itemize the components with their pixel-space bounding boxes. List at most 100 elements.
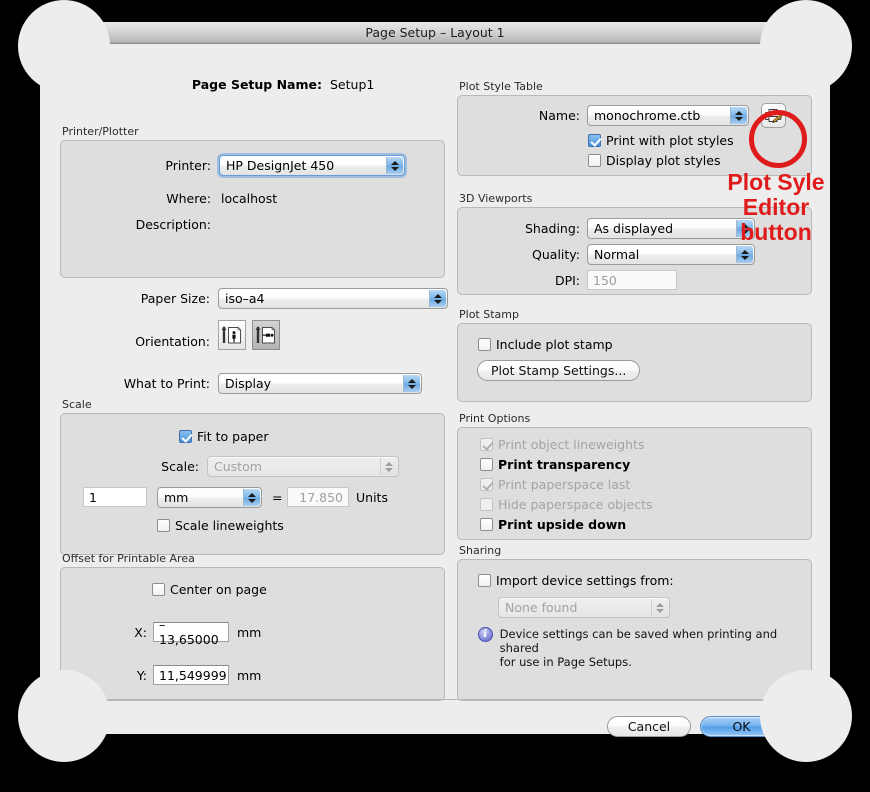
what-to-print-value: Display	[225, 376, 272, 391]
footer-divider	[54, 699, 816, 700]
what-to-print-select[interactable]: Display	[218, 373, 422, 394]
print-with-plot-styles-checkbox[interactable]: Print with plot styles	[588, 133, 734, 148]
where-value: localhost	[221, 191, 278, 206]
orientation-landscape-button[interactable]	[252, 320, 280, 350]
checkbox-icon	[480, 438, 493, 451]
hide-paperspace-objects-checkbox[interactable]: Hide paperspace objects	[480, 497, 811, 512]
paper-size-value: iso–a4	[225, 291, 265, 306]
checkbox-icon	[480, 518, 493, 531]
chevron-updown-icon	[730, 107, 747, 124]
plot-style-table-group-title: Plot Style Table	[459, 80, 543, 93]
checkbox-icon	[588, 134, 601, 147]
print-options-group-title: Print Options	[459, 412, 531, 425]
sharing-note-line1: Device settings can be saved when printi…	[499, 627, 778, 655]
checkbox-icon	[478, 338, 491, 351]
offset-y-label: Y:	[136, 668, 147, 683]
offset-y-unit: mm	[237, 668, 262, 683]
orientation-toggle-group	[218, 320, 280, 350]
chevron-updown-icon	[386, 157, 403, 174]
checkbox-icon	[478, 574, 491, 587]
checkbox-icon	[157, 519, 170, 532]
dialog-body: Page Setup Name: Setup1 Printer/Plotter …	[40, 44, 830, 738]
print-transparency-checkbox[interactable]: Print transparency	[480, 457, 811, 472]
ok-button-label: OK	[732, 719, 751, 734]
chevron-updown-icon	[736, 246, 753, 263]
scale-units-label: Units	[356, 490, 388, 505]
printer-label: Printer:	[165, 158, 211, 173]
landscape-page-icon	[255, 326, 276, 344]
plot-style-name-select[interactable]: monochrome.ctb	[587, 105, 749, 126]
quality-value: Normal	[594, 247, 640, 262]
viewports-3d-box: Shading: As displayed Quality: Normal DP…	[457, 207, 812, 295]
center-on-page-checkbox[interactable]: Center on page	[152, 582, 267, 597]
sharing-note: i Device settings can be saved when prin…	[478, 627, 811, 669]
sharing-note-text: Device settings can be saved when printi…	[500, 627, 811, 669]
include-plot-stamp-label: Include plot stamp	[496, 337, 613, 352]
scale-select-value: Custom	[214, 459, 262, 474]
cancel-button-label: Cancel	[627, 719, 671, 734]
plot-stamp-settings-label: Plot Stamp Settings...	[491, 363, 627, 378]
device-settings-value: None found	[505, 600, 578, 615]
display-plot-styles-checkbox[interactable]: Display plot styles	[588, 153, 720, 168]
print-upside-down-checkbox[interactable]: Print upside down	[480, 517, 811, 532]
plot-stamp-group-title: Plot Stamp	[459, 308, 519, 321]
what-to-print-label: What to Print:	[123, 376, 210, 391]
printer-plotter-box: Printer: HP DesignJet 450 Where: localho…	[60, 140, 445, 278]
shading-value: As displayed	[594, 221, 674, 236]
page-setup-dialog-window: Page Setup – Layout 1 Page Setup Name: S…	[40, 22, 830, 738]
chevron-updown-icon	[403, 375, 420, 392]
offset-x-value: –13,65000	[159, 617, 219, 647]
fit-to-paper-checkbox[interactable]: Fit to paper	[179, 429, 269, 444]
chevron-updown-icon	[651, 599, 668, 616]
sharing-group-title: Sharing	[459, 544, 502, 557]
print-object-lineweights-checkbox[interactable]: Print object lineweights	[480, 437, 811, 452]
help-button-label: ?	[64, 720, 71, 735]
orientation-portrait-button[interactable]	[218, 320, 246, 350]
printer-plotter-group: Printer/Plotter Printer: HP DesignJet 45…	[60, 125, 445, 278]
chevron-updown-icon	[243, 489, 260, 506]
scale-numerator-input[interactable]: 1	[83, 487, 147, 507]
quality-label: Quality:	[532, 247, 580, 262]
print-options-group: Print Options Print object lineweights P…	[457, 412, 812, 540]
plot-stamp-settings-button[interactable]: Plot Stamp Settings...	[477, 360, 641, 381]
paper-size-select[interactable]: iso–a4	[218, 288, 448, 309]
scale-unit-select[interactable]: mm	[157, 487, 262, 508]
scale-select[interactable]: Custom	[207, 456, 399, 477]
cancel-button[interactable]: Cancel	[607, 716, 691, 737]
scale-denominator-value: 17.850	[299, 489, 343, 505]
checkbox-icon	[152, 583, 165, 596]
scale-denominator-input[interactable]: 17.850	[287, 487, 349, 507]
import-device-settings-label: Import device settings from:	[496, 573, 674, 588]
window-titlebar[interactable]: Page Setup – Layout 1	[40, 22, 830, 44]
shading-label: Shading:	[525, 221, 580, 236]
scale-group: Scale Fit to paper Scale: Custom 1 mm = …	[60, 398, 445, 555]
viewports-3d-group: 3D Viewports Shading: As displayed Quali…	[457, 192, 812, 295]
help-button[interactable]: ?	[57, 717, 78, 738]
offset-x-input[interactable]: –13,65000	[153, 617, 229, 647]
shading-select[interactable]: As displayed	[587, 218, 755, 239]
offset-box: Center on page X: –13,65000 mm Y: 11,549…	[60, 567, 445, 701]
checkbox-icon	[480, 498, 493, 511]
include-plot-stamp-checkbox[interactable]: Include plot stamp	[478, 337, 613, 352]
ok-button[interactable]: OK	[700, 716, 783, 737]
device-settings-select[interactable]: None found	[498, 597, 670, 618]
orientation-label: Orientation:	[135, 334, 210, 349]
quality-select[interactable]: Normal	[587, 244, 755, 265]
print-with-plot-styles-label: Print with plot styles	[606, 133, 734, 148]
display-plot-styles-label: Display plot styles	[606, 153, 721, 168]
info-icon: i	[478, 627, 493, 642]
offset-y-input[interactable]: 11,549999	[153, 665, 229, 685]
sharing-group: Sharing Import device settings from: Non…	[457, 544, 812, 701]
scale-lineweights-checkbox[interactable]: Scale lineweights	[157, 518, 284, 533]
resize-grow-icon[interactable]	[795, 720, 809, 734]
plot-style-editor-button[interactable]	[761, 103, 786, 128]
import-device-settings-checkbox[interactable]: Import device settings from:	[478, 573, 674, 588]
hide-paperspace-objects-label: Hide paperspace objects	[498, 497, 653, 512]
offset-group-title: Offset for Printable Area	[62, 552, 195, 565]
chevron-updown-icon	[380, 458, 397, 475]
printer-select[interactable]: HP DesignJet 450	[217, 153, 407, 178]
print-paperspace-last-checkbox[interactable]: Print paperspace last	[480, 477, 811, 492]
viewports-3d-group-title: 3D Viewports	[459, 192, 533, 205]
printer-plotter-group-title: Printer/Plotter	[62, 125, 139, 138]
dpi-input[interactable]: 150	[587, 270, 677, 290]
